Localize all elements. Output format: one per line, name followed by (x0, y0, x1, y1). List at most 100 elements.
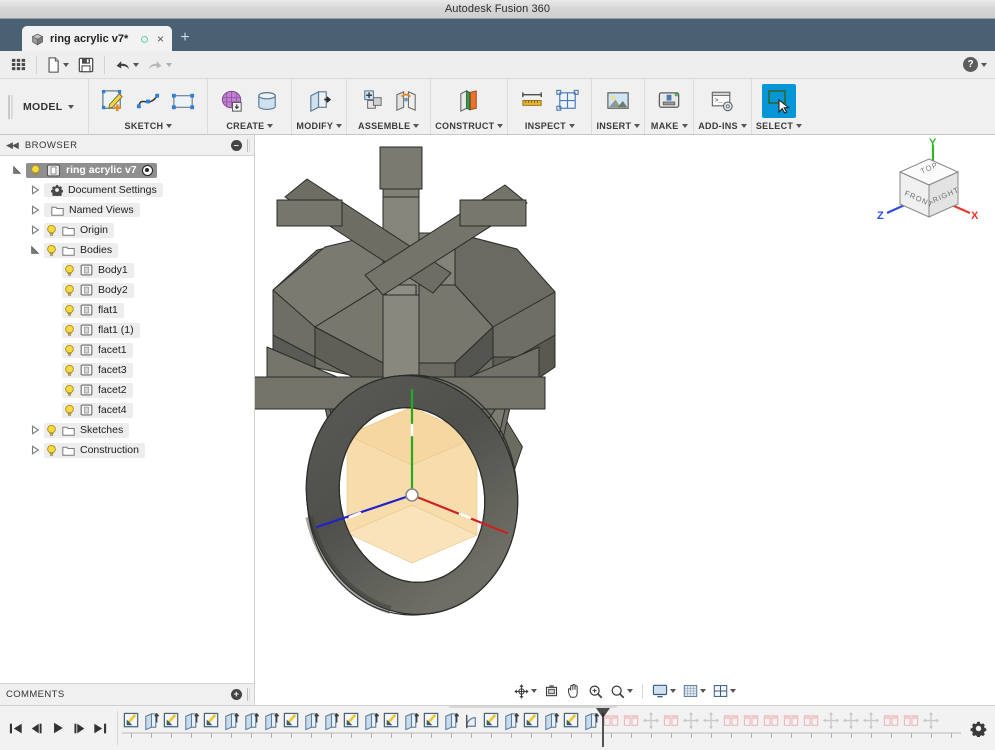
browser-tree-item[interactable]: facet2 (0, 380, 254, 400)
extrude-feature-icon[interactable] (182, 710, 201, 733)
zoom-window-button[interactable] (585, 680, 606, 702)
timeline-strip[interactable] (118, 705, 961, 750)
orbit-button[interactable] (511, 680, 540, 702)
3d-print-button[interactable] (652, 84, 686, 118)
file-menu-button[interactable] (43, 53, 72, 77)
browser-tree-item[interactable]: Sketches (0, 420, 254, 440)
undo-button[interactable] (111, 53, 142, 77)
play-button[interactable] (50, 719, 66, 737)
move-feature-icon[interactable] (862, 710, 881, 733)
press-pull-button[interactable] (302, 84, 336, 118)
workspace-switcher-button[interactable]: MODEL (13, 79, 88, 134)
spline-button[interactable] (131, 84, 165, 118)
create-form-button[interactable] (215, 84, 249, 118)
view-cube[interactable]: Y X Z TOP FRONT RIGHT (872, 137, 987, 237)
3d-viewport[interactable]: Y X Z TOP FRONT RIGHT (255, 135, 995, 705)
extrude-feature-icon[interactable] (402, 710, 421, 733)
close-icon[interactable]: × (157, 33, 164, 45)
browser-tree-item[interactable]: flat1 (1) (0, 320, 254, 340)
light-bulb-icon[interactable] (64, 404, 75, 417)
ribbon-group-insert-label[interactable]: INSERT (596, 121, 641, 134)
timeline-horizontal-scrollbar[interactable] (448, 705, 618, 708)
browser-tree-item[interactable]: facet3 (0, 360, 254, 380)
light-bulb-icon[interactable] (64, 284, 75, 297)
light-bulb-icon[interactable] (64, 344, 75, 357)
move-feature-icon[interactable] (702, 710, 721, 733)
tree-item-content[interactable]: flat1 (1) (62, 322, 140, 338)
tree-item-content[interactable]: facet4 (62, 402, 133, 418)
go-to-beginning-button[interactable] (8, 719, 24, 737)
ribbon-group-sketch-label[interactable]: SKETCH (125, 121, 173, 134)
timeline-settings-button[interactable] (961, 720, 995, 737)
sketch-feature-icon[interactable] (162, 710, 181, 733)
light-bulb-icon[interactable] (46, 424, 57, 437)
panel-resize-handle[interactable] (247, 138, 248, 152)
pattern-feature-icon[interactable] (762, 710, 781, 733)
redo-button[interactable] (144, 53, 175, 77)
move-feature-icon[interactable] (922, 710, 941, 733)
light-bulb-icon[interactable] (64, 324, 75, 337)
show-data-panel-button[interactable] (6, 53, 30, 77)
browser-tree-item[interactable]: facet4 (0, 400, 254, 420)
tree-item-content[interactable]: facet3 (62, 362, 133, 378)
triangle-collapsed-icon[interactable] (30, 185, 40, 195)
browser-tree-item[interactable]: Body2 (0, 280, 254, 300)
extrude-feature-icon[interactable] (242, 710, 261, 733)
browser-root-item[interactable]: ring acrylic v7 (0, 160, 254, 180)
browser-tree-item[interactable]: Origin (0, 220, 254, 240)
tree-item-content[interactable]: Document Settings (44, 183, 163, 197)
move-feature-icon[interactable] (842, 710, 861, 733)
pattern-feature-icon[interactable] (662, 710, 681, 733)
browser-tree-item[interactable]: Construction (0, 440, 254, 460)
tree-item-content[interactable]: Construction (44, 442, 145, 458)
light-bulb-icon[interactable] (46, 224, 57, 237)
new-component-button[interactable] (354, 84, 388, 118)
joint-button[interactable] (389, 84, 423, 118)
step-back-button[interactable] (29, 719, 45, 737)
tree-item-content[interactable]: facet2 (62, 382, 133, 398)
ribbon-group-addins-label[interactable]: ADD-INS (698, 121, 747, 134)
tree-item-content[interactable]: Sketches (44, 422, 130, 438)
extrude-feature-icon[interactable] (442, 710, 461, 733)
plus-circle-icon[interactable]: + (231, 689, 242, 700)
minus-circle-icon[interactable]: – (231, 139, 242, 151)
comments-panel-header[interactable]: COMMENTS + (0, 683, 254, 705)
browser-tree-item[interactable]: Bodies (0, 240, 254, 260)
tree-item-content[interactable]: facet1 (62, 342, 133, 358)
light-bulb-icon[interactable] (64, 304, 75, 317)
extrude-feature-icon[interactable] (322, 710, 341, 733)
triangle-collapsed-icon[interactable] (30, 225, 40, 235)
sketch-feature-icon[interactable] (522, 710, 541, 733)
new-tab-button[interactable]: + (172, 27, 198, 49)
ribbon-group-assemble-label[interactable]: ASSEMBLE (358, 121, 420, 134)
browser-tree-item[interactable]: flat1 (0, 300, 254, 320)
tree-item-content[interactable]: Origin (44, 222, 115, 238)
extrude-feature-icon[interactable] (222, 710, 241, 733)
sketch-feature-icon[interactable] (482, 710, 501, 733)
extrude-feature-icon[interactable] (362, 710, 381, 733)
pattern-feature-icon[interactable] (902, 710, 921, 733)
select-button[interactable] (762, 84, 797, 118)
ribbon-group-select-label[interactable]: SELECT (756, 121, 803, 134)
rectangle-button[interactable] (166, 84, 200, 118)
triangle-collapsed-icon[interactable] (30, 425, 40, 435)
tree-item-content[interactable]: Named Views (44, 203, 140, 217)
browser-tree-item[interactable]: Named Views (0, 200, 254, 220)
display-settings-button[interactable] (649, 680, 679, 702)
light-bulb-icon[interactable] (64, 384, 75, 397)
extrude-feature-icon[interactable] (142, 710, 161, 733)
ribbon-group-create-label[interactable]: CREATE (226, 121, 274, 134)
grid-snaps-button[interactable] (680, 680, 709, 702)
triangle-expanded-icon[interactable] (12, 165, 22, 175)
go-to-end-button[interactable] (92, 719, 108, 737)
light-bulb-icon[interactable] (64, 364, 75, 377)
ribbon-group-make-label[interactable]: MAKE (651, 121, 688, 134)
tree-item-content[interactable]: Body1 (62, 262, 134, 278)
pattern-feature-icon[interactable] (722, 710, 741, 733)
ribbon-group-construct-label[interactable]: CONSTRUCT (435, 121, 504, 134)
sketch-feature-icon[interactable] (562, 710, 581, 733)
sketch-feature-icon[interactable] (282, 710, 301, 733)
pattern-feature-icon[interactable] (802, 710, 821, 733)
browser-tree-item[interactable]: Body1 (0, 260, 254, 280)
sketch-feature-icon[interactable] (122, 710, 141, 733)
